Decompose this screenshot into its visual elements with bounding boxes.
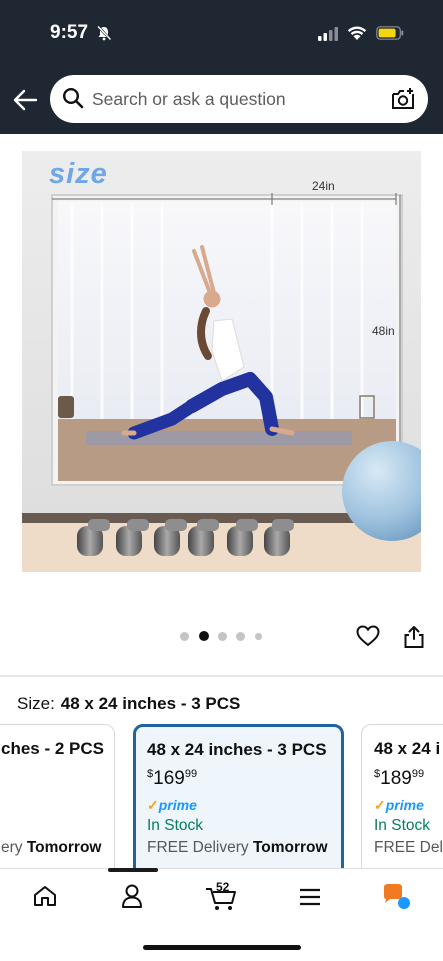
variation-price: $18999 [374,768,425,789]
size-label: Size: [17,694,55,713]
pager-dot[interactable] [236,632,245,641]
product-photo [22,151,421,572]
battery-icon [376,26,404,40]
variation-delivery: FREE Delivery Tomorrow [147,839,328,856]
variation-delivery: ery Tomorrow [1,839,102,856]
app-header: 9:57 Search or ask a question [0,0,443,134]
stock-status: In Stock [374,817,430,834]
size-selector-label: Size: 48 x 24 inches - 3 PCS [17,694,240,714]
pager-dot[interactable] [180,632,189,641]
rufus-icon[interactable] [381,883,411,911]
stock-status: In Stock [147,817,203,834]
variation-title: 48 x 24 inches - 3 PCS [147,740,327,759]
heart-icon[interactable] [356,625,380,647]
share-icon[interactable] [403,625,425,649]
variation-delivery: FREE Deli [374,839,443,856]
menu-icon[interactable] [299,888,321,906]
variation-price: $16999 [147,768,198,789]
wifi-icon [347,26,367,40]
silent-bell-icon [97,25,112,41]
account-icon[interactable] [121,883,143,909]
pager-dot-active[interactable] [199,631,209,641]
image-overlay-text: size [49,158,108,190]
width-label: 24in [312,179,335,193]
product-image[interactable]: size 24in 48in [22,151,421,572]
pager-dot[interactable] [255,633,262,640]
search-icon [62,87,84,109]
prime-badge: ✓prime [147,797,197,813]
signal-icon [318,27,338,41]
back-arrow-icon[interactable] [12,88,38,112]
search-bar[interactable]: Search or ask a question [50,75,428,123]
height-label: 48in [372,324,395,338]
search-input[interactable]: Search or ask a question [92,89,286,110]
divider [0,675,443,677]
prime-badge: ✓prime [374,797,424,813]
variation-title: ches - 2 PCS [1,739,104,758]
home-indicator [143,945,301,950]
status-time: 9:57 [50,22,89,43]
camera-search-icon[interactable] [390,86,416,112]
cart-icon[interactable] [205,886,237,912]
home-icon[interactable] [33,885,57,907]
size-selected-value: 48 x 24 inches - 3 PCS [60,694,241,713]
variation-title: 48 x 24 i [374,739,441,758]
active-tab-indicator [108,868,158,872]
prime-check-icon: ✓ [374,797,386,813]
prime-check-icon: ✓ [147,797,159,813]
pager-dot[interactable] [218,632,227,641]
